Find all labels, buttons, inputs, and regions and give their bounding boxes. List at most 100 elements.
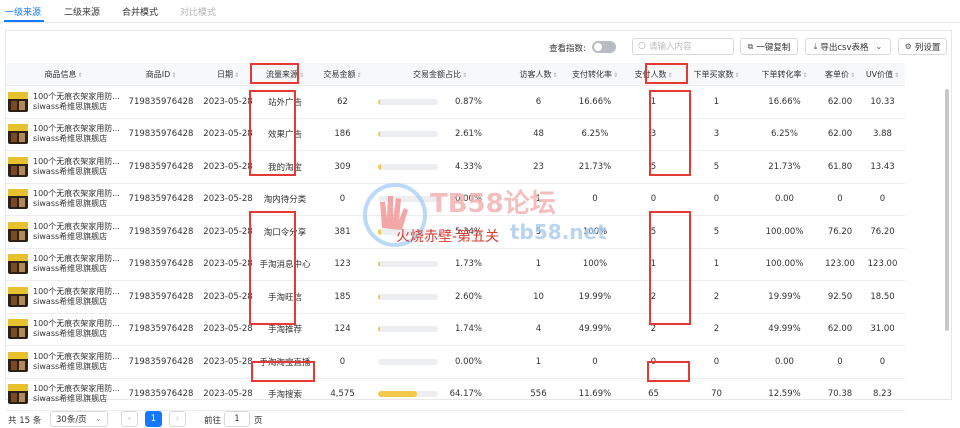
- pay-rate-cell: 100%: [567, 248, 623, 281]
- page-size-select[interactable]: 30条/页 ⌄: [50, 411, 108, 427]
- visitors-cell: 1: [510, 248, 567, 281]
- table-row[interactable]: 100个无痕衣架家用防... siwass希维思旗舰店 719835976428 20…: [6, 248, 905, 281]
- uv-value-cell: 76.20: [860, 215, 905, 249]
- table-row[interactable]: 100个无痕衣架家用防... siwass希维思旗舰店 719835976428 20…: [6, 280, 905, 314]
- table-row[interactable]: 100个无痕衣架家用防... siwass希维思旗舰店 719835976428 20…: [6, 215, 905, 249]
- product-id-cell: 719835976428: [121, 280, 201, 314]
- uv-value-cell: 31.00: [860, 313, 905, 346]
- product-name[interactable]: 100个无痕衣架家用防...: [33, 319, 120, 329]
- amount-share-cell: 0.87%: [370, 85, 510, 119]
- date-cell: 2023-05-28: [201, 313, 255, 346]
- product-thumbnail[interactable]: [8, 384, 28, 405]
- product-name[interactable]: 100个无痕衣架家用防...: [33, 222, 120, 232]
- table-row[interactable]: 100个无痕衣架家用防... siwass希维思旗舰店 719835976428 20…: [6, 150, 905, 184]
- col-aov[interactable]: 客单价⇕: [820, 63, 860, 86]
- export-csv-button[interactable]: ⤓ 导出csv表格 ⌄: [805, 38, 891, 55]
- product-id-cell: 719835976428: [121, 215, 201, 249]
- table-row[interactable]: 100个无痕衣架家用防... siwass希维思旗舰店 719835976428 20…: [6, 85, 905, 119]
- product-info-cell[interactable]: 100个无痕衣架家用防... siwass希维思旗舰店: [6, 85, 121, 119]
- product-info-cell[interactable]: 100个无痕衣架家用防... siwass希维思旗舰店: [6, 118, 121, 151]
- amount-share-cell: 5.34%: [370, 215, 510, 249]
- buyers-cell: 70: [684, 378, 749, 411]
- goto-page-input[interactable]: 1: [224, 411, 250, 427]
- aov-cell: 62.00: [820, 118, 860, 151]
- uv-value-cell: 3.88: [860, 118, 905, 151]
- product-info-cell[interactable]: 100个无痕衣架家用防... siwass希维思旗舰店: [6, 313, 121, 346]
- product-name[interactable]: 100个无痕衣架家用防...: [33, 254, 120, 264]
- product-info-cell[interactable]: 100个无痕衣架家用防... siwass希维思旗舰店: [6, 248, 121, 281]
- chevron-down-icon: ⌄: [94, 414, 102, 424]
- product-info-cell[interactable]: 100个无痕衣架家用防... siwass希维思旗舰店: [6, 280, 121, 314]
- index-toggle[interactable]: [592, 41, 616, 53]
- column-settings-button[interactable]: ⚙ 列设置: [898, 38, 947, 55]
- amount-cell: 309: [315, 150, 370, 184]
- product-name[interactable]: 100个无痕衣架家用防...: [33, 287, 120, 297]
- traffic-source-cell: 手淘旺信: [255, 280, 315, 314]
- product-name[interactable]: 100个无痕衣架家用防...: [33, 92, 120, 102]
- share-progress-bar: [378, 293, 438, 300]
- col-traffic-source[interactable]: 流量来源⇕: [255, 63, 315, 86]
- product-name[interactable]: 100个无痕衣架家用防...: [33, 157, 120, 167]
- product-thumbnail[interactable]: [8, 286, 28, 307]
- col-payers[interactable]: 支付人数⇕: [623, 63, 684, 86]
- amount-cell: 4,575: [315, 378, 370, 411]
- traffic-source-cell: 手淘淘宝直播: [255, 345, 315, 379]
- tab-primary-source[interactable]: 一级来源: [5, 5, 41, 18]
- col-amount-share[interactable]: 交易金额占比⇕: [370, 63, 510, 86]
- amount-share-cell: 2.60%: [370, 280, 510, 314]
- product-name[interactable]: 100个无痕衣架家用防...: [33, 352, 120, 362]
- col-amount[interactable]: 交易金额⇕: [315, 63, 370, 86]
- col-product-id[interactable]: 商品ID⇕: [121, 63, 201, 86]
- next-page-button[interactable]: ›: [169, 411, 186, 427]
- product-id-cell: 719835976428: [121, 313, 201, 346]
- col-product-info[interactable]: 商品信息⇕: [6, 63, 121, 86]
- shop-name: siwass希维思旗舰店: [33, 296, 108, 306]
- product-name[interactable]: 100个无痕衣架家用防...: [33, 384, 120, 394]
- product-thumbnail[interactable]: [8, 189, 28, 210]
- product-thumbnail[interactable]: [8, 319, 28, 340]
- product-thumbnail[interactable]: [8, 221, 28, 242]
- product-info-cell[interactable]: 100个无痕衣架家用防... siwass希维思旗舰店: [6, 378, 121, 411]
- share-progress-bar: [378, 358, 438, 365]
- table-row[interactable]: 100个无痕衣架家用防... siwass希维思旗舰店 719835976428 20…: [6, 313, 905, 346]
- table-row[interactable]: 100个无痕衣架家用防... siwass希维思旗舰店 719835976428 20…: [6, 118, 905, 151]
- product-name[interactable]: 100个无痕衣架家用防...: [33, 124, 120, 134]
- product-info-cell[interactable]: 100个无痕衣架家用防... siwass希维思旗舰店: [6, 345, 121, 379]
- visitors-cell: 556: [510, 378, 567, 411]
- product-info-cell[interactable]: 100个无痕衣架家用防... siwass希维思旗舰店: [6, 183, 121, 216]
- product-thumbnail[interactable]: [8, 124, 28, 145]
- page-1-button[interactable]: 1: [145, 411, 162, 427]
- col-date[interactable]: 日期⇕: [201, 63, 255, 86]
- active-tab-indicator: [4, 20, 44, 22]
- prev-page-button[interactable]: ‹: [121, 411, 138, 427]
- col-visitors[interactable]: 访客人数⇕: [510, 63, 567, 86]
- tab-merge-mode[interactable]: 合并模式: [122, 5, 158, 18]
- product-thumbnail[interactable]: [8, 156, 28, 177]
- col-order-rate[interactable]: 下单转化率⇕: [749, 63, 820, 86]
- share-progress-fill: [378, 98, 380, 105]
- product-info-cell[interactable]: 100个无痕衣架家用防... siwass希维思旗舰店: [6, 215, 121, 249]
- product-info: 100个无痕衣架家用防... siwass希维思旗舰店: [6, 254, 121, 275]
- product-name[interactable]: 100个无痕衣架家用防...: [33, 189, 120, 199]
- product-info-cell[interactable]: 100个无痕衣架家用防... siwass希维思旗舰店: [6, 150, 121, 184]
- share-percent: 64.17%: [449, 389, 482, 400]
- aov-cell: 70.38: [820, 378, 860, 411]
- col-pay-rate[interactable]: 支付转化率⇕: [567, 63, 623, 86]
- table-row[interactable]: 100个无痕衣架家用防... siwass希维思旗舰店 719835976428 20…: [6, 378, 905, 411]
- share-progress-fill: [378, 131, 380, 138]
- copy-button[interactable]: ⧉ 一键复制: [740, 38, 798, 55]
- col-buyers[interactable]: 下单买家数⇕: [684, 63, 749, 86]
- table-row[interactable]: 100个无痕衣架家用防... siwass希维思旗舰店 719835976428 20…: [6, 345, 905, 379]
- tab-compare-mode[interactable]: 对比模式: [180, 5, 216, 18]
- date-cell: 2023-05-28: [201, 378, 255, 411]
- product-thumbnail[interactable]: [8, 351, 28, 372]
- product-thumbnail[interactable]: [8, 254, 28, 275]
- vertical-scrollbar[interactable]: [945, 89, 949, 331]
- buyers-cell: 1: [684, 85, 749, 119]
- search-input[interactable]: [649, 40, 729, 53]
- tab-secondary-source[interactable]: 二级来源: [64, 5, 100, 18]
- table-row[interactable]: 100个无痕衣架家用防... siwass希维思旗舰店 719835976428 20…: [6, 183, 905, 216]
- col-uv-value[interactable]: UV价值⇕: [860, 63, 905, 86]
- table-header: 商品信息⇕ 商品ID⇕ 日期⇕ 流量来源⇕ 交易金额⇕ 交易金额占比⇕ 访客人数…: [6, 63, 905, 86]
- product-thumbnail[interactable]: [8, 91, 28, 112]
